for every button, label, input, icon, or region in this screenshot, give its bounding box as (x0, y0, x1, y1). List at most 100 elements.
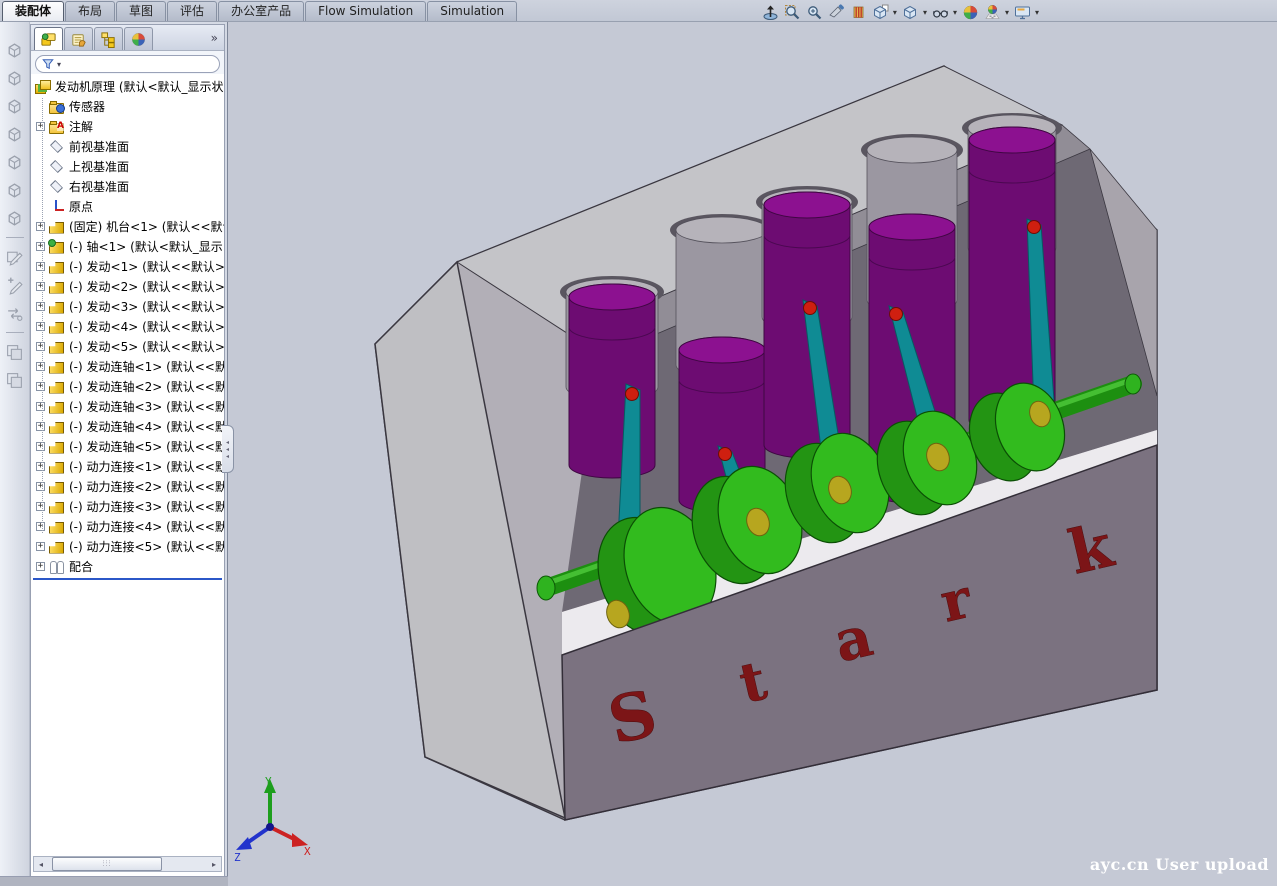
tree-item[interactable]: + (-) 发动<4> (默认<<默认> (31, 316, 224, 336)
orientation-triad: Y Z X (234, 773, 314, 861)
expand-toggle[interactable]: + (36, 422, 45, 431)
layered-window-icon-1[interactable] (4, 341, 26, 363)
expand-toggle[interactable]: + (36, 262, 45, 271)
command-tab-3[interactable]: 评估 (167, 1, 217, 21)
view-cube-icon-5[interactable] (4, 151, 26, 173)
tree-item[interactable]: +A注解 (31, 116, 224, 136)
hide-show-items-icon[interactable] (931, 3, 950, 22)
configurationmanager-tab[interactable] (94, 27, 123, 50)
expand-toggle[interactable]: + (36, 402, 45, 411)
tree-item[interactable]: +(-) 发动<2> (默认<<默认> (31, 276, 224, 296)
view-cube-icon-2[interactable] (4, 67, 26, 89)
expand-toggle[interactable]: + (36, 542, 45, 551)
command-tab-2[interactable]: 草图 (116, 1, 166, 21)
command-tab-4[interactable]: 办公室产品 (218, 1, 304, 21)
expand-toggle[interactable]: + (36, 342, 45, 351)
tree-item[interactable]: +(-) 发动连轴<2> (默认<<默 (31, 376, 224, 396)
add-sketch-icon[interactable] (4, 274, 26, 296)
tree-item[interactable]: 发动机原理 (默认<默认_显示状 (31, 76, 224, 96)
scroll-left-arrow[interactable]: ◂ (34, 860, 48, 869)
tree-item[interactable]: +(-) 动力连接<4> (默认<<默 (31, 516, 224, 536)
view-settings-icon[interactable] (1013, 3, 1032, 22)
dropdown-caret[interactable]: ▾ (953, 8, 957, 17)
tree-item[interactable]: 原点 (31, 196, 224, 216)
move-component-icon[interactable] (4, 302, 26, 324)
filter-funnel-icon (42, 58, 54, 70)
tree-item-label: (-) 发动<4> (默认<<默认> (69, 318, 224, 335)
command-tab-5[interactable]: Flow Simulation (305, 1, 426, 21)
view-cube-icon-1[interactable] (4, 39, 26, 61)
tree-item[interactable]: +(-) 发动<3> (默认<<默认> (31, 296, 224, 316)
tree-item-label: (-) 动力连接<2> (默认<<默 (69, 478, 224, 495)
expand-toggle[interactable]: + (36, 242, 45, 251)
dropdown-caret[interactable]: ▾ (1005, 8, 1009, 17)
triad-z-label: Z (234, 851, 241, 861)
tree-filter-input[interactable]: ▾ (35, 55, 220, 73)
tree-item[interactable]: +(-) 发动<1> (默认<<默认> (31, 256, 224, 276)
expand-toggle[interactable]: + (36, 562, 45, 571)
expand-toggle[interactable]: + (36, 302, 45, 311)
normal-to-icon[interactable] (761, 3, 780, 22)
edit-appearance-icon[interactable] (961, 3, 980, 22)
apply-scene-icon[interactable] (983, 3, 1002, 22)
view-cube-icon-4[interactable] (4, 123, 26, 145)
tree-item[interactable]: +(-) 发动连轴<4> (默认<<默 (31, 416, 224, 436)
section-view-icon[interactable] (827, 3, 846, 22)
command-tab-1[interactable]: 布局 (65, 1, 115, 21)
expand-toggle[interactable]: + (36, 442, 45, 451)
displaymanager-tab[interactable] (124, 27, 153, 50)
expand-toggle[interactable]: + (36, 462, 45, 471)
panel-collapse-handle[interactable]: ◂◂◂ (222, 425, 234, 473)
expand-toggle[interactable]: + (36, 522, 45, 531)
propertymanager-tab[interactable] (64, 27, 93, 50)
tree-item[interactable]: 上视基准面 (31, 156, 224, 176)
expand-toggle[interactable]: + (36, 502, 45, 511)
zoom-to-fit-icon[interactable] (783, 3, 802, 22)
view-cube-icon-6[interactable] (4, 179, 26, 201)
layered-window-icon-2[interactable] (4, 369, 26, 391)
tree-item[interactable]: 前视基准面 (31, 136, 224, 156)
expand-toggle[interactable]: + (36, 362, 45, 371)
scrollbar-thumb[interactable]: ⫶⫶⫶ (52, 857, 162, 871)
dropdown-caret[interactable]: ▾ (1035, 8, 1039, 17)
tree-item[interactable]: +(-) 发动连轴<5> (默认<<默 (31, 436, 224, 456)
assembly-icon (35, 79, 51, 94)
expand-toggle[interactable]: + (36, 222, 45, 231)
filter-dropdown-caret[interactable]: ▾ (57, 60, 61, 69)
featuremanager-design-tree-tab[interactable] (34, 27, 63, 50)
tree-horizontal-scrollbar[interactable]: ◂ ⫶⫶⫶ ▸ (33, 856, 222, 872)
scroll-right-arrow[interactable]: ▸ (207, 860, 221, 869)
panel-tab-overflow-chevron[interactable]: » (211, 31, 218, 45)
view-cube-icon-3[interactable] (4, 95, 26, 117)
tree-item[interactable]: +(-) 动力连接<3> (默认<<默 (31, 496, 224, 516)
expand-toggle[interactable]: + (36, 122, 45, 131)
view-orientation-icon[interactable] (871, 3, 890, 22)
panel-tabbar: » (31, 25, 224, 51)
tree-rollback-bar[interactable] (33, 578, 222, 580)
tree-item[interactable]: 右视基准面 (31, 176, 224, 196)
tree-item[interactable]: +配合 (31, 556, 224, 576)
tree-item[interactable]: +(-) 动力连接<1> (默认<<默 (31, 456, 224, 476)
section-stripes-icon[interactable] (849, 3, 868, 22)
tree-item[interactable]: 传感器 (31, 96, 224, 116)
dropdown-caret[interactable]: ▾ (893, 8, 897, 17)
command-tab-0[interactable]: 装配体 (2, 1, 64, 21)
command-tab-6[interactable]: Simulation (427, 1, 517, 21)
dropdown-caret[interactable]: ▾ (923, 8, 927, 17)
tree-item[interactable]: + (-) 动力连接<2> (默认<<默 (31, 476, 224, 496)
graphics-viewport[interactable]: S t a r k Y Z X (228, 22, 1277, 886)
expand-toggle[interactable]: + (36, 282, 45, 291)
tree-item[interactable]: +(-) 发动连轴<3> (默认<<默 (31, 396, 224, 416)
expand-toggle[interactable]: + (36, 322, 45, 331)
expand-toggle[interactable]: + (36, 482, 45, 491)
tree-item[interactable]: +(-) 轴<1> (默认<默认_显示 (31, 236, 224, 256)
display-style-icon[interactable] (901, 3, 920, 22)
tree-item[interactable]: +(-) 发动<5> (默认<<默认> (31, 336, 224, 356)
tree-item[interactable]: +(固定) 机台<1> (默认<<默认 (31, 216, 224, 236)
open-box-icon[interactable] (4, 207, 26, 229)
tree-item[interactable]: +(-) 发动连轴<1> (默认<<默 (31, 356, 224, 376)
sketch-pencil-icon[interactable] (4, 246, 26, 268)
tree-item[interactable]: +(-) 动力连接<5> (默认<<默 (31, 536, 224, 556)
zoom-to-area-icon[interactable] (805, 3, 824, 22)
expand-toggle[interactable]: + (36, 382, 45, 391)
